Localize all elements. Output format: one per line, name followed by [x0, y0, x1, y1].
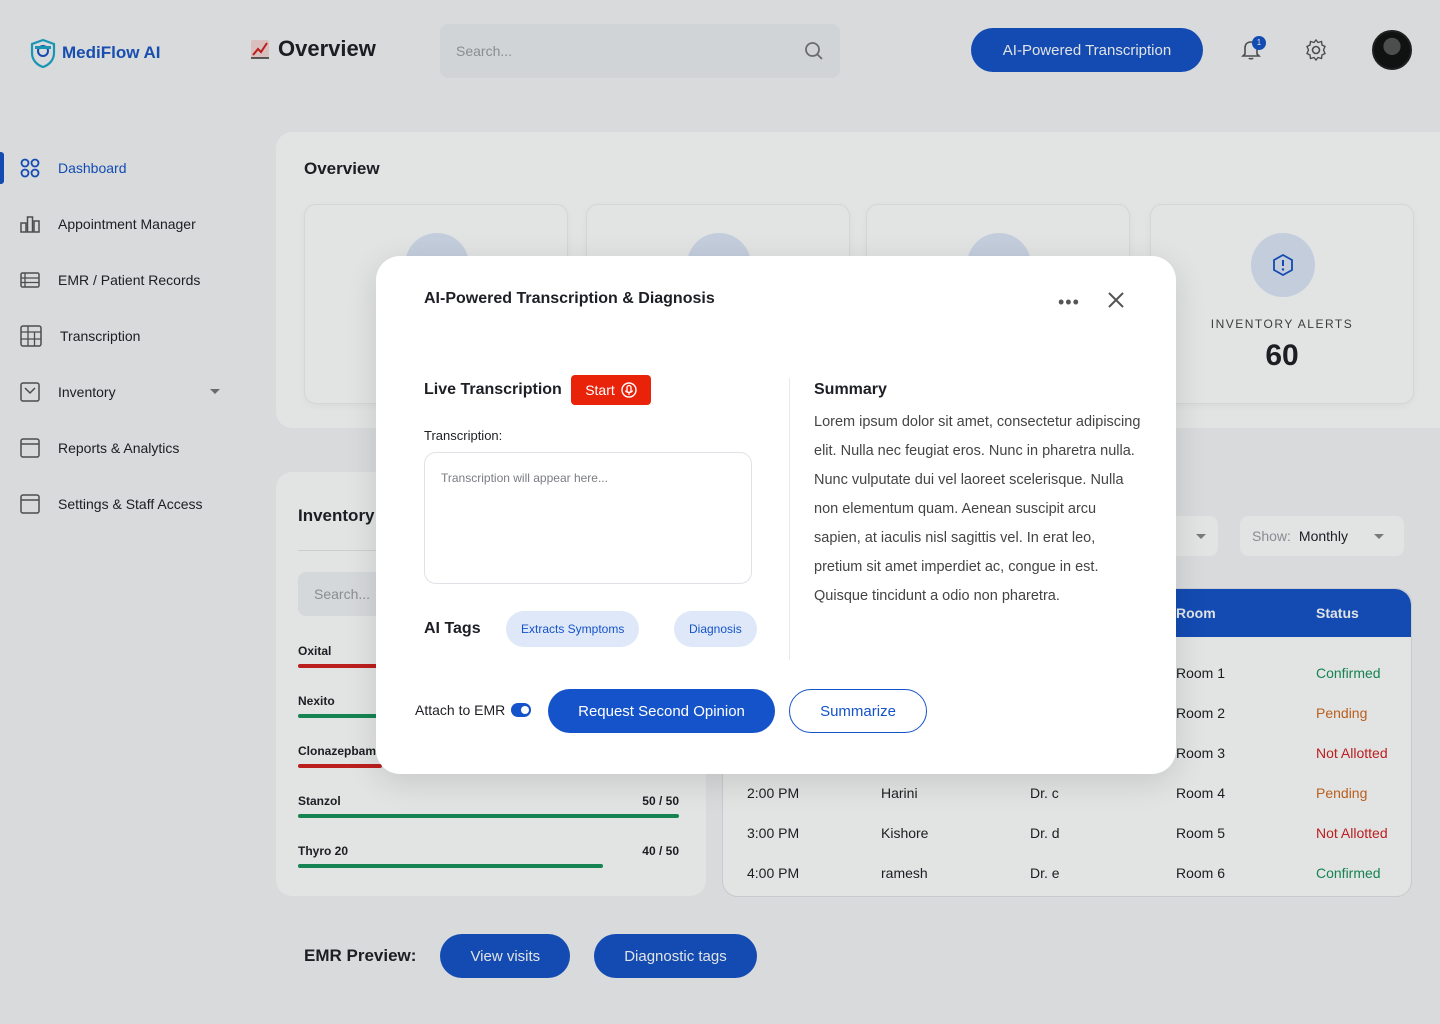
live-transcription-label: Live Transcription: [424, 381, 562, 398]
microphone-icon: [621, 382, 637, 398]
more-options-icon[interactable]: •••: [1058, 292, 1080, 313]
tag-extracts-symptoms[interactable]: Extracts Symptoms: [506, 611, 640, 647]
attach-to-emr: Attach to EMR: [415, 702, 532, 718]
start-label: Start: [585, 382, 615, 398]
start-recording-button[interactable]: Start: [571, 375, 651, 405]
modal-title: AI-Powered Transcription & Diagnosis: [424, 290, 715, 307]
attach-label: Attach to EMR: [415, 702, 506, 718]
close-icon[interactable]: [1104, 288, 1128, 312]
summary-title: Summary: [814, 381, 887, 398]
summarize-button[interactable]: Summarize: [789, 689, 927, 733]
transcription-label: Transcription:: [424, 428, 503, 443]
tag-diagnosis[interactable]: Diagnosis: [674, 611, 757, 647]
transcription-textarea[interactable]: [424, 452, 752, 584]
transcription-modal: AI-Powered Transcription & Diagnosis •••…: [376, 256, 1176, 774]
request-second-opinion-button[interactable]: Request Second Opinion: [548, 689, 775, 733]
summary-text: Lorem ipsum dolor sit amet, consectetur …: [814, 414, 1141, 604]
attach-toggle[interactable]: [511, 703, 532, 717]
ai-tags-label: AI Tags: [424, 620, 481, 637]
divider: [789, 378, 790, 660]
